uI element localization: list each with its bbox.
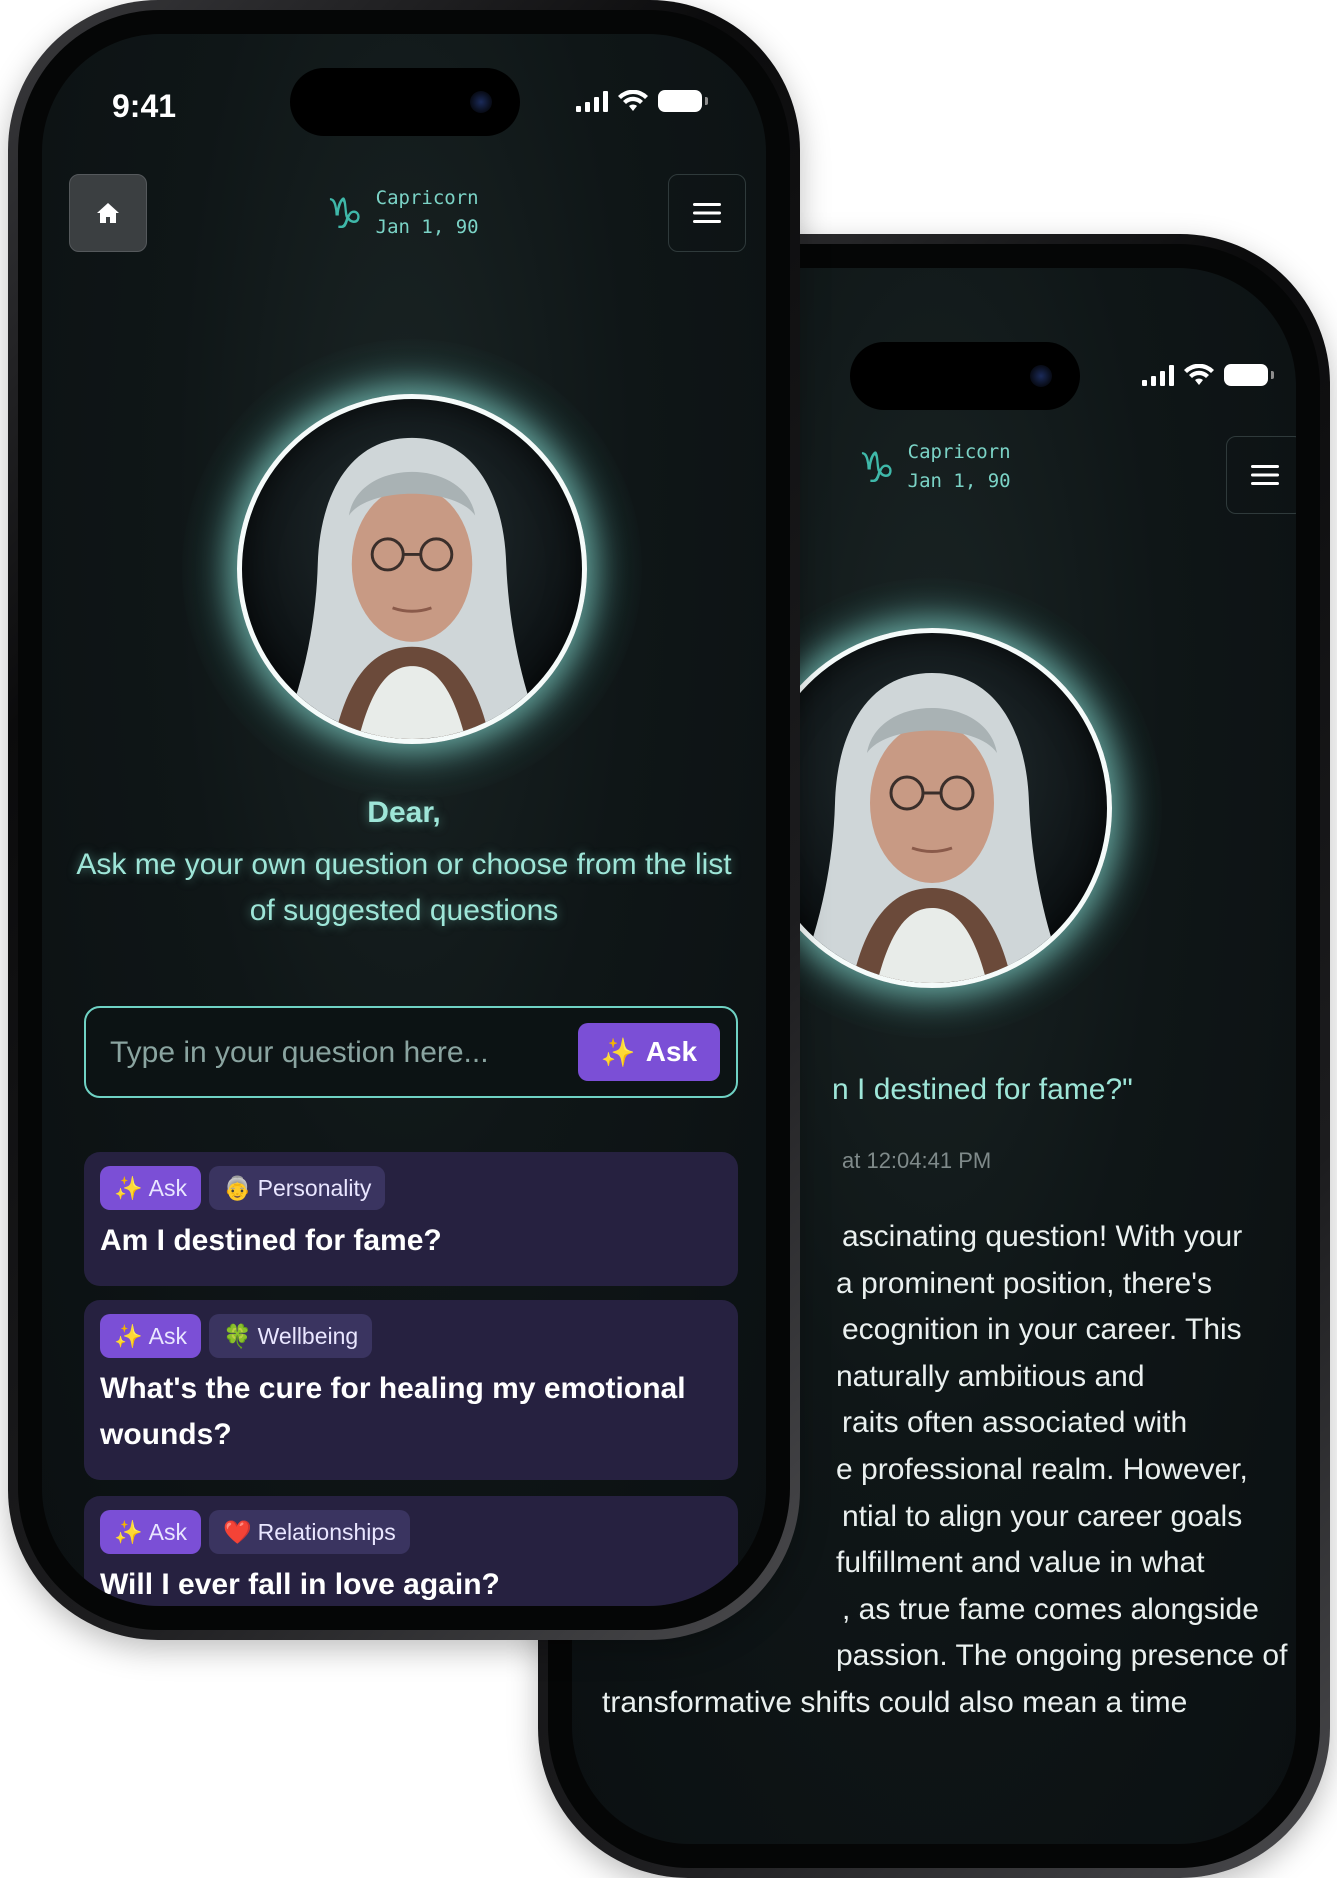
category-emoji-icon: ❤️: [222, 1518, 252, 1545]
answer-line: passion. The ongoing presence of: [836, 1639, 1288, 1673]
sign-name: Capricorn: [375, 187, 479, 209]
answer-line: ecognition in your career. This: [842, 1313, 1242, 1347]
hamburger-menu-icon: [1251, 465, 1279, 485]
dynamic-island: [290, 68, 520, 136]
wifi-icon: [618, 90, 648, 111]
sparkles-icon: ✨: [114, 1518, 143, 1545]
home-icon: [97, 203, 119, 223]
battery-icon: [1224, 364, 1274, 386]
answer-line: naturally ambitious and: [836, 1359, 1145, 1393]
category-label: Wellbeing: [257, 1322, 359, 1349]
sign-name: Capricorn: [907, 441, 1011, 463]
menu-button[interactable]: [668, 174, 746, 252]
category-tag: ❤️ Relationships: [208, 1510, 410, 1554]
ask-tag-label: Ask: [148, 1518, 187, 1545]
sparkles-icon: ✨: [600, 1036, 636, 1068]
category-label: Personality: [257, 1174, 372, 1201]
zodiac-sign-info[interactable]: ♑ Capricorn Jan 1, 90: [326, 184, 479, 242]
cellular-signal-icon: [576, 90, 608, 112]
category-emoji-icon: 🍀: [222, 1322, 252, 1349]
question-tags: ✨ Ask 🍀 Wellbeing: [100, 1314, 722, 1358]
oracle-avatar: [237, 394, 587, 744]
sparkles-icon: ✨: [114, 1322, 143, 1349]
front-phone: 9:41 ♑ Capricorn Jan 1, 90 Dear, Ask me …: [8, 0, 800, 1640]
asked-question: n I destined for fame?": [832, 1073, 1133, 1106]
question-card[interactable]: ✨ Ask ❤️ Relationships Will I ever fall in l…: [84, 1496, 738, 1606]
ask-tag-label: Ask: [148, 1322, 187, 1349]
cellular-signal-icon: [1142, 364, 1174, 386]
answer-line: , as true fame comes alongside: [842, 1592, 1259, 1626]
hamburger-menu-icon: [693, 203, 721, 223]
answer-line: raits often associated with: [842, 1406, 1188, 1440]
category-label: Relationships: [257, 1518, 396, 1545]
front-camera-icon: [1030, 365, 1052, 387]
category-emoji-icon: 👵: [222, 1174, 252, 1201]
status-icons: [576, 90, 708, 112]
ask-button-label: Ask: [645, 1036, 698, 1067]
answer-timestamp: at 12:04:41 PM: [842, 1148, 992, 1173]
answer-line: fulfillment and value in what: [836, 1546, 1205, 1580]
category-tag: 🍀 Wellbeing: [208, 1314, 373, 1358]
answer-line: ascinating question! With your: [842, 1220, 1243, 1253]
ask-tag-label: Ask: [148, 1174, 187, 1201]
question-tags: ✨ Ask ❤️ Relationships: [100, 1510, 722, 1554]
question-card[interactable]: ✨ Ask 👵 Personality Am I destined for fame?: [84, 1152, 738, 1286]
question-card[interactable]: ✨ Ask 🍀 Wellbeing What's the cure for healin…: [84, 1300, 738, 1480]
question-input-box: ✨ Ask: [84, 1006, 738, 1098]
oracle-avatar: [752, 628, 1112, 988]
ask-tag[interactable]: ✨ Ask: [100, 1510, 201, 1554]
sparkles-icon: ✨: [114, 1174, 143, 1201]
question-text: Am I destined for fame?: [100, 1224, 442, 1257]
question-text: What's the cure for healing my emotional…: [100, 1372, 686, 1451]
sign-date: Jan 1, 90: [375, 216, 479, 238]
oracle-avatar-wrap: [182, 339, 642, 799]
battery-icon: [658, 90, 708, 112]
front-phone-screen: 9:41 ♑ Capricorn Jan 1, 90 Dear, Ask me …: [42, 34, 766, 1606]
question-text: Will I ever fall in love again?: [100, 1568, 500, 1601]
status-time: 9:41: [112, 88, 177, 124]
ask-tag[interactable]: ✨ Ask: [100, 1166, 201, 1210]
ask-button[interactable]: ✨ Ask: [578, 1023, 720, 1081]
capricorn-icon: ♑: [326, 188, 364, 238]
front-camera-icon: [470, 91, 492, 113]
answer-line: e professional realm. However,: [836, 1453, 1248, 1486]
question-input[interactable]: [108, 1030, 552, 1076]
question-tags: ✨ Ask 👵 Personality: [100, 1166, 722, 1210]
zodiac-sign-info[interactable]: ♑ Capricorn Jan 1, 90: [858, 438, 1011, 496]
greeting-body: Ask me your own question or choose from …: [76, 848, 732, 927]
category-tag: 👵 Personality: [208, 1166, 386, 1210]
answer-line: ntial to align your career goals: [842, 1499, 1243, 1533]
menu-button[interactable]: [1226, 436, 1296, 514]
home-button[interactable]: [69, 174, 147, 252]
greeting-title: Dear,: [367, 796, 441, 829]
answer-line: transformative shifts could also mean a …: [602, 1686, 1188, 1719]
answer-line: a prominent position, there's: [836, 1266, 1212, 1300]
dynamic-island: [850, 342, 1080, 410]
capricorn-icon: ♑: [858, 442, 896, 492]
sign-date: Jan 1, 90: [907, 470, 1011, 492]
wifi-icon: [1184, 364, 1214, 385]
ask-tag[interactable]: ✨ Ask: [100, 1314, 201, 1358]
status-icons: [1142, 364, 1274, 386]
